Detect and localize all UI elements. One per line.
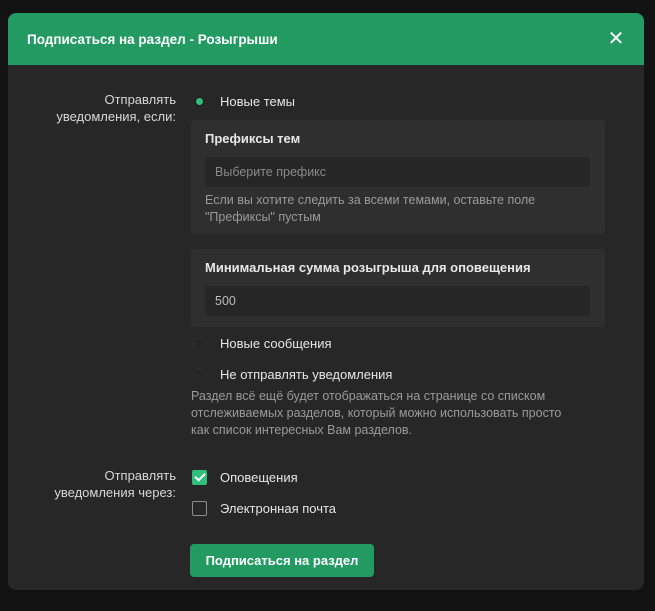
- prefix-hint-line1: Если вы хотите следить за всеми темами, …: [205, 193, 536, 207]
- notify-via-label-line2: уведомления через:: [54, 485, 176, 500]
- option-new-topics[interactable]: Новые темы: [193, 94, 295, 109]
- radio-unselected-icon[interactable]: [193, 368, 206, 381]
- notify-via-label-line1: Отправлять: [104, 468, 176, 483]
- min-sum-input[interactable]: 500: [205, 286, 590, 316]
- option-new-messages-label: Новые сообщения: [220, 336, 332, 351]
- option-email[interactable]: Электронная почта: [192, 501, 336, 516]
- option-no-notifications-label: Не отправлять уведомления: [220, 367, 393, 382]
- close-icon[interactable]: ✕: [606, 29, 626, 49]
- dialog-title: Подписаться на раздел - Розыгрыши: [27, 31, 278, 47]
- checkbox-checked-icon[interactable]: [192, 470, 207, 485]
- option-alerts[interactable]: Оповещения: [192, 470, 298, 485]
- prefix-panel-title: Префиксы тем: [205, 131, 301, 146]
- no-notifications-hint-line1: Раздел всё ещё будет отображаться на стр…: [191, 389, 546, 403]
- radio-unselected-icon[interactable]: [193, 337, 206, 350]
- no-notifications-hint-line2: отслеживаемых разделов, который можно ис…: [191, 406, 562, 420]
- option-email-label: Электронная почта: [220, 501, 337, 516]
- option-new-topics-label: Новые темы: [220, 94, 296, 109]
- min-sum-panel: Минимальная сумма розыгрыша для оповещен…: [191, 249, 605, 327]
- no-notifications-hint-line3: как список интересных Вам разделов.: [191, 423, 413, 437]
- subscribe-button[interactable]: Подписаться на раздел: [190, 544, 374, 577]
- radio-selected-icon[interactable]: [193, 95, 206, 108]
- prefix-hint-line2: "Префиксы" пустым: [205, 210, 321, 224]
- min-sum-panel-title: Минимальная сумма розыгрыша для оповещен…: [205, 260, 531, 275]
- option-no-notifications[interactable]: Не отправлять уведомления: [193, 367, 392, 382]
- prefix-select-input[interactable]: [205, 157, 590, 187]
- checkbox-unchecked-icon[interactable]: [192, 501, 207, 516]
- prefix-hint: Если вы хотите следить за всеми темами, …: [205, 192, 595, 226]
- no-notifications-hint: Раздел всё ещё будет отображаться на стр…: [191, 388, 631, 439]
- notify-via-label: Отправлять уведомления через:: [8, 467, 176, 501]
- option-new-messages[interactable]: Новые сообщения: [193, 336, 332, 351]
- prefix-panel: Префиксы тем Если вы хотите следить за в…: [191, 120, 605, 234]
- option-alerts-label: Оповещения: [220, 470, 298, 485]
- notify-when-label-line1: Отправлять: [104, 92, 176, 107]
- subscribe-dialog: Подписаться на раздел - Розыгрыши ✕ Отпр…: [8, 13, 644, 590]
- notify-when-label-line2: уведомления, если:: [56, 109, 176, 124]
- notify-when-label: Отправлять уведомления, если:: [8, 91, 176, 125]
- dialog-header: Подписаться на раздел - Розыгрыши ✕: [8, 13, 644, 65]
